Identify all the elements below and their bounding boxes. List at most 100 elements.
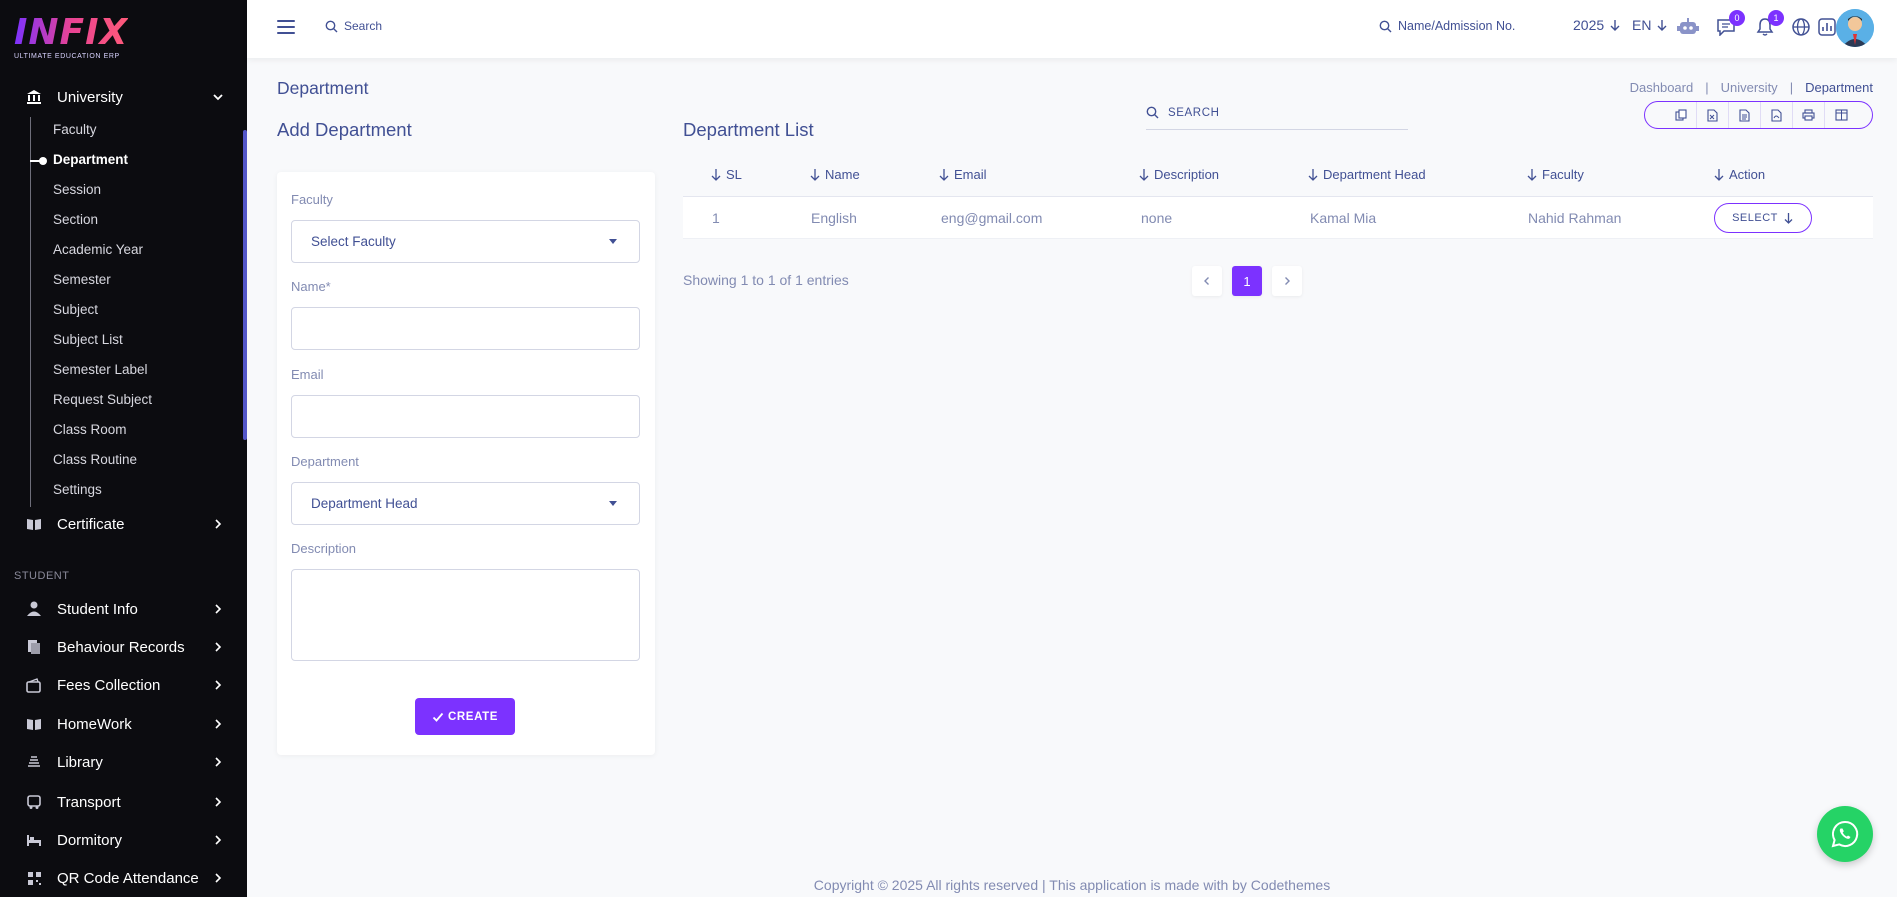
table-header: SL Name Email Description Department Hea… — [683, 152, 1873, 197]
sidebar-subitem-semester-label[interactable]: Semester Label — [53, 359, 148, 381]
column-label: Faculty — [1542, 167, 1584, 182]
column-label: Email — [954, 167, 987, 182]
sidebar-item-label: Certificate — [57, 515, 125, 533]
chat-icon[interactable]: 0 — [1715, 10, 1745, 38]
brand-name: INFIX — [14, 12, 129, 53]
chevron-right-icon — [215, 835, 222, 845]
sidebar-subitem-department[interactable]: Department — [53, 149, 128, 171]
column-action[interactable]: Action — [1713, 152, 1765, 197]
pdf-file-icon[interactable] — [1761, 102, 1793, 128]
chevron-left-icon — [1204, 277, 1209, 285]
sidebar-subitem-request-subject[interactable]: Request Subject — [53, 389, 152, 411]
admission-search-label: Name/Admission No. — [1398, 19, 1516, 33]
analytics-icon[interactable] — [1816, 16, 1838, 38]
breadcrumb-department: Department — [1805, 80, 1873, 95]
create-button[interactable]: CREATE — [415, 698, 515, 735]
sidebar-item-label: HomeWork — [57, 715, 132, 733]
sidebar-subitem-class-routine[interactable]: Class Routine — [53, 449, 137, 471]
sidebar-item-certificate[interactable]: Certificate — [0, 506, 247, 542]
email-input[interactable] — [291, 395, 640, 438]
admission-search[interactable]: Name/Admission No. — [1379, 19, 1515, 33]
app-logo[interactable]: INFIX ULTIMATE EDUCATION ERP — [14, 12, 129, 61]
column-label: Action — [1729, 167, 1766, 182]
sidebar-subitem-academic-year[interactable]: Academic Year — [53, 239, 143, 261]
sort-arrow-icon — [810, 169, 820, 181]
header-search[interactable]: Search — [325, 19, 382, 33]
language-selector[interactable]: EN — [1632, 17, 1669, 33]
sidebar-item-fees-collection[interactable]: Fees Collection — [0, 667, 247, 703]
copy-icon[interactable] — [1665, 102, 1697, 128]
breadcrumb-university[interactable]: University — [1721, 80, 1778, 95]
sidebar-item-qr-code-attendance[interactable]: QR Code Attendance — [0, 860, 247, 896]
sidebar-subitem-faculty[interactable]: Faculty — [53, 119, 97, 141]
breadcrumb-dashboard[interactable]: Dashboard — [1630, 80, 1694, 95]
table-search-input[interactable]: SEARCH — [1146, 96, 1408, 130]
column-sl[interactable]: SL — [710, 152, 742, 197]
search-icon — [1146, 106, 1159, 119]
name-input[interactable] — [291, 307, 640, 350]
bed-icon — [25, 831, 43, 849]
faculty-select[interactable]: Select Faculty — [291, 220, 640, 263]
page-number-button[interactable]: 1 — [1232, 266, 1262, 296]
next-page-button[interactable] — [1272, 266, 1302, 296]
print-icon[interactable] — [1793, 102, 1825, 128]
user-icon — [25, 600, 43, 618]
chevron-right-icon — [215, 604, 222, 614]
top-header: Search Name/Admission No. 2025 EN 0 1 — [247, 0, 1897, 58]
library-icon — [25, 753, 43, 771]
sidebar-item-label: Behaviour Records — [57, 638, 185, 656]
whatsapp-icon — [1831, 820, 1859, 848]
columns-icon[interactable] — [1825, 102, 1857, 128]
notification-bell-icon[interactable]: 1 — [1754, 10, 1784, 38]
previous-page-button[interactable] — [1192, 266, 1222, 296]
sidebar-item-homework[interactable]: HomeWork — [0, 706, 247, 742]
create-button-label: CREATE — [447, 710, 499, 723]
description-textarea[interactable] — [291, 569, 640, 661]
menu-toggle-icon[interactable] — [277, 20, 295, 34]
cell-description: none — [1141, 210, 1173, 226]
sidebar-subitem-settings[interactable]: Settings — [53, 479, 102, 501]
row-action-select-button[interactable]: SELECT — [1714, 203, 1812, 233]
sidebar-subitem-class-room[interactable]: Class Room — [53, 419, 127, 441]
sidebar-subitem-semester[interactable]: Semester — [53, 269, 111, 291]
sort-arrow-icon — [939, 169, 949, 181]
column-department-head[interactable]: Department Head — [1307, 152, 1426, 197]
whatsapp-button[interactable] — [1817, 806, 1873, 862]
search-icon — [325, 20, 338, 32]
sort-arrow-icon — [711, 169, 721, 181]
sidebar-item-behaviour-records[interactable]: Behaviour Records — [0, 629, 247, 665]
sidebar-subitem-subject-list[interactable]: Subject List — [53, 329, 123, 351]
column-email[interactable]: Email — [938, 152, 987, 197]
sort-arrow-icon — [1714, 169, 1724, 181]
wallet-icon — [25, 676, 43, 694]
chevron-right-icon — [215, 797, 222, 807]
column-description[interactable]: Description — [1138, 152, 1219, 197]
robot-icon[interactable] — [1677, 16, 1699, 38]
sidebar-subitem-section[interactable]: Section — [53, 209, 98, 231]
cell-name: English — [811, 210, 857, 226]
sidebar-scrollbar[interactable] — [243, 130, 247, 440]
sidebar-item-label: Library — [57, 753, 103, 771]
sort-arrow-icon — [1527, 169, 1537, 181]
sidebar-item-library[interactable]: Library — [0, 744, 247, 780]
add-department-card: Faculty Select Faculty Name* Email Depar… — [277, 172, 655, 755]
sidebar-item-student-info[interactable]: Student Info — [0, 591, 247, 627]
sidebar-item-university[interactable]: University — [0, 79, 247, 115]
column-label: SL — [726, 167, 742, 182]
email-label: Email — [291, 367, 324, 382]
cell-email: eng@gmail.com — [941, 210, 1043, 226]
user-avatar[interactable] — [1836, 9, 1874, 47]
sidebar-item-dormitory[interactable]: Dormitory — [0, 822, 247, 858]
sidebar-subitem-session[interactable]: Session — [53, 179, 101, 201]
year-selector[interactable]: 2025 — [1573, 17, 1622, 33]
excel-file-icon[interactable] — [1697, 102, 1729, 128]
check-icon — [432, 712, 444, 722]
column-faculty[interactable]: Faculty — [1526, 152, 1584, 197]
sidebar-item-transport[interactable]: Transport — [0, 784, 247, 820]
globe-icon[interactable] — [1790, 16, 1812, 38]
column-name[interactable]: Name — [809, 152, 860, 197]
csv-file-icon[interactable] — [1729, 102, 1761, 128]
department-head-select[interactable]: Department Head — [291, 482, 640, 525]
sidebar-subitem-subject[interactable]: Subject — [53, 299, 98, 321]
submenu-line — [30, 117, 31, 507]
